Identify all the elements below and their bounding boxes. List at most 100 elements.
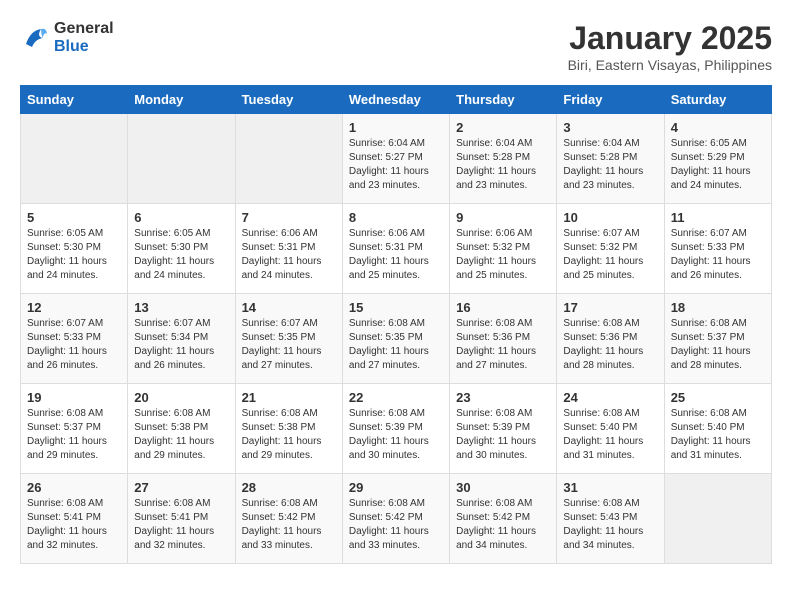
day-number: 8: [349, 210, 443, 225]
day-info: Sunrise: 6:08 AM Sunset: 5:43 PM Dayligh…: [563, 497, 657, 553]
calendar-cell: [664, 474, 771, 564]
sunrise: Sunrise: 6:08 AM: [671, 408, 747, 419]
sunrise: Sunrise: 6:08 AM: [456, 318, 532, 329]
calendar-cell: [21, 114, 128, 204]
daylight: Daylight: 11 hours and 25 minutes.: [456, 256, 536, 281]
daylight: Daylight: 11 hours and 33 minutes.: [349, 526, 429, 551]
day-info: Sunrise: 6:07 AM Sunset: 5:33 PM Dayligh…: [671, 227, 765, 283]
day-info: Sunrise: 6:08 AM Sunset: 5:42 PM Dayligh…: [456, 497, 550, 553]
calendar-cell: 26 Sunrise: 6:08 AM Sunset: 5:41 PM Dayl…: [21, 474, 128, 564]
day-info: Sunrise: 6:08 AM Sunset: 5:42 PM Dayligh…: [242, 497, 336, 553]
calendar-cell: 31 Sunrise: 6:08 AM Sunset: 5:43 PM Dayl…: [557, 474, 664, 564]
sunset: Sunset: 5:39 PM: [349, 422, 423, 433]
day-info: Sunrise: 6:08 AM Sunset: 5:35 PM Dayligh…: [349, 317, 443, 373]
sunset: Sunset: 5:31 PM: [242, 242, 316, 253]
day-number: 5: [27, 210, 121, 225]
day-number: 15: [349, 300, 443, 315]
daylight: Daylight: 11 hours and 24 minutes.: [27, 256, 107, 281]
sunset: Sunset: 5:30 PM: [27, 242, 101, 253]
sunset: Sunset: 5:28 PM: [456, 152, 530, 163]
header: General Blue January 2025 Biri, Eastern …: [20, 20, 772, 73]
sunset: Sunset: 5:32 PM: [456, 242, 530, 253]
daylight: Daylight: 11 hours and 26 minutes.: [27, 346, 107, 371]
day-number: 9: [456, 210, 550, 225]
day-number: 20: [134, 390, 228, 405]
calendar-cell: [128, 114, 235, 204]
daylight: Daylight: 11 hours and 30 minutes.: [349, 436, 429, 461]
sunset: Sunset: 5:36 PM: [563, 332, 637, 343]
day-info: Sunrise: 6:08 AM Sunset: 5:39 PM Dayligh…: [456, 407, 550, 463]
day-number: 26: [27, 480, 121, 495]
day-info: Sunrise: 6:08 AM Sunset: 5:42 PM Dayligh…: [349, 497, 443, 553]
sunrise: Sunrise: 6:08 AM: [27, 408, 103, 419]
sunrise: Sunrise: 6:08 AM: [563, 408, 639, 419]
day-number: 27: [134, 480, 228, 495]
day-number: 29: [349, 480, 443, 495]
sunset: Sunset: 5:38 PM: [242, 422, 316, 433]
daylight: Daylight: 11 hours and 23 minutes.: [456, 166, 536, 191]
sunset: Sunset: 5:29 PM: [671, 152, 745, 163]
logo-icon: [20, 23, 50, 53]
sunset: Sunset: 5:37 PM: [671, 332, 745, 343]
calendar-cell: 21 Sunrise: 6:08 AM Sunset: 5:38 PM Dayl…: [235, 384, 342, 474]
title-area: January 2025 Biri, Eastern Visayas, Phil…: [568, 20, 772, 73]
sunrise: Sunrise: 6:08 AM: [349, 318, 425, 329]
weekday-header-thursday: Thursday: [450, 86, 557, 114]
sunset: Sunset: 5:40 PM: [671, 422, 745, 433]
weekday-header-monday: Monday: [128, 86, 235, 114]
day-number: 18: [671, 300, 765, 315]
daylight: Daylight: 11 hours and 32 minutes.: [27, 526, 107, 551]
daylight: Daylight: 11 hours and 34 minutes.: [563, 526, 643, 551]
sunrise: Sunrise: 6:07 AM: [134, 318, 210, 329]
day-number: 7: [242, 210, 336, 225]
day-info: Sunrise: 6:05 AM Sunset: 5:29 PM Dayligh…: [671, 137, 765, 193]
calendar-cell: 30 Sunrise: 6:08 AM Sunset: 5:42 PM Dayl…: [450, 474, 557, 564]
day-info: Sunrise: 6:08 AM Sunset: 5:39 PM Dayligh…: [349, 407, 443, 463]
daylight: Daylight: 11 hours and 27 minutes.: [349, 346, 429, 371]
day-number: 6: [134, 210, 228, 225]
sunrise: Sunrise: 6:07 AM: [242, 318, 318, 329]
sunrise: Sunrise: 6:08 AM: [349, 408, 425, 419]
calendar-cell: 12 Sunrise: 6:07 AM Sunset: 5:33 PM Dayl…: [21, 294, 128, 384]
day-info: Sunrise: 6:04 AM Sunset: 5:28 PM Dayligh…: [563, 137, 657, 193]
day-number: 23: [456, 390, 550, 405]
sunrise: Sunrise: 6:04 AM: [456, 138, 532, 149]
calendar-cell: 7 Sunrise: 6:06 AM Sunset: 5:31 PM Dayli…: [235, 204, 342, 294]
weekday-header-tuesday: Tuesday: [235, 86, 342, 114]
day-number: 21: [242, 390, 336, 405]
calendar-cell: 25 Sunrise: 6:08 AM Sunset: 5:40 PM Dayl…: [664, 384, 771, 474]
logo: General Blue: [20, 20, 114, 56]
day-info: Sunrise: 6:07 AM Sunset: 5:35 PM Dayligh…: [242, 317, 336, 373]
daylight: Daylight: 11 hours and 32 minutes.: [134, 526, 214, 551]
day-info: Sunrise: 6:04 AM Sunset: 5:28 PM Dayligh…: [456, 137, 550, 193]
sunrise: Sunrise: 6:06 AM: [349, 228, 425, 239]
sunrise: Sunrise: 6:08 AM: [456, 408, 532, 419]
calendar-cell: 2 Sunrise: 6:04 AM Sunset: 5:28 PM Dayli…: [450, 114, 557, 204]
sunrise: Sunrise: 6:08 AM: [671, 318, 747, 329]
weekday-header-sunday: Sunday: [21, 86, 128, 114]
day-info: Sunrise: 6:08 AM Sunset: 5:38 PM Dayligh…: [134, 407, 228, 463]
calendar-cell: 24 Sunrise: 6:08 AM Sunset: 5:40 PM Dayl…: [557, 384, 664, 474]
weekday-header-row: SundayMondayTuesdayWednesdayThursdayFrid…: [21, 86, 772, 114]
sunset: Sunset: 5:39 PM: [456, 422, 530, 433]
sunset: Sunset: 5:42 PM: [349, 512, 423, 523]
sunrise: Sunrise: 6:08 AM: [134, 408, 210, 419]
daylight: Daylight: 11 hours and 29 minutes.: [242, 436, 322, 461]
sunrise: Sunrise: 6:04 AM: [563, 138, 639, 149]
calendar-cell: 11 Sunrise: 6:07 AM Sunset: 5:33 PM Dayl…: [664, 204, 771, 294]
calendar-cell: 8 Sunrise: 6:06 AM Sunset: 5:31 PM Dayli…: [342, 204, 449, 294]
calendar-cell: 13 Sunrise: 6:07 AM Sunset: 5:34 PM Dayl…: [128, 294, 235, 384]
calendar-cell: 19 Sunrise: 6:08 AM Sunset: 5:37 PM Dayl…: [21, 384, 128, 474]
day-info: Sunrise: 6:07 AM Sunset: 5:32 PM Dayligh…: [563, 227, 657, 283]
day-info: Sunrise: 6:08 AM Sunset: 5:40 PM Dayligh…: [563, 407, 657, 463]
daylight: Daylight: 11 hours and 28 minutes.: [563, 346, 643, 371]
calendar-cell: 17 Sunrise: 6:08 AM Sunset: 5:36 PM Dayl…: [557, 294, 664, 384]
daylight: Daylight: 11 hours and 26 minutes.: [134, 346, 214, 371]
daylight: Daylight: 11 hours and 25 minutes.: [563, 256, 643, 281]
weekday-header-friday: Friday: [557, 86, 664, 114]
sunrise: Sunrise: 6:08 AM: [456, 498, 532, 509]
day-number: 19: [27, 390, 121, 405]
calendar-cell: 18 Sunrise: 6:08 AM Sunset: 5:37 PM Dayl…: [664, 294, 771, 384]
day-info: Sunrise: 6:08 AM Sunset: 5:41 PM Dayligh…: [134, 497, 228, 553]
sunset: Sunset: 5:31 PM: [349, 242, 423, 253]
